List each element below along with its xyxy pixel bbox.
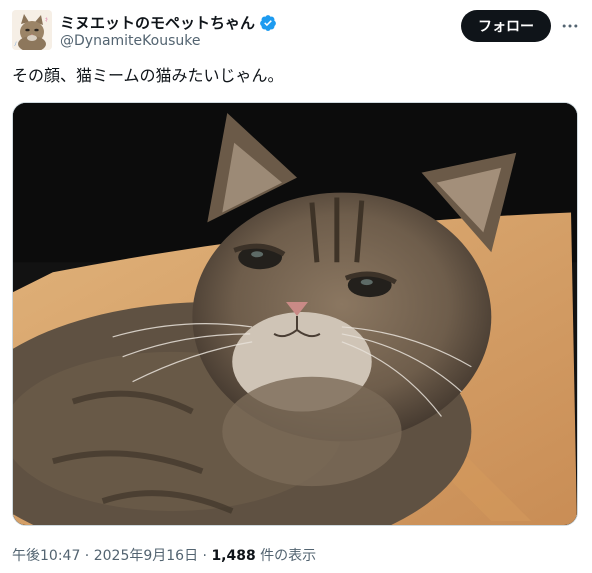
tweet-text: その顔、猫ミームの猫みたいじゃん。 bbox=[12, 66, 284, 85]
avatar[interactable]: ﾉ ｷ bbox=[12, 10, 52, 50]
svg-text:ｷ: ｷ bbox=[45, 17, 48, 24]
view-count: 1,488 bbox=[211, 548, 256, 564]
meta-separator: · bbox=[80, 548, 94, 564]
meta-separator-2: · bbox=[198, 548, 212, 564]
svg-text:ﾉ: ﾉ bbox=[14, 41, 17, 48]
author-display-name[interactable]: ミヌエットのモペットちゃん bbox=[60, 12, 255, 33]
tweet-date[interactable]: 2025年9月16日 bbox=[94, 548, 198, 564]
author-handle[interactable]: @DynamiteKousuke bbox=[60, 33, 200, 49]
author-name-row: ミヌエットのモペットちゃん bbox=[60, 12, 277, 33]
view-count-label: 件の表示 bbox=[255, 548, 317, 564]
more-options-icon[interactable] bbox=[558, 14, 582, 38]
cat-avatar-icon: ﾉ ｷ bbox=[12, 10, 52, 50]
cat-photo-image bbox=[13, 103, 577, 525]
follow-button[interactable]: フォロー bbox=[461, 10, 551, 42]
tweet-time[interactable]: 午後10:47 bbox=[12, 548, 80, 564]
tweet-header: ﾉ ｷ ミヌエットのモペットちゃん @DynamiteKousuke フォロー bbox=[12, 8, 580, 56]
tweet-card: ﾉ ｷ ミヌエットのモペットちゃん @DynamiteKousuke フォロー … bbox=[0, 0, 592, 573]
verified-badge-icon bbox=[259, 14, 277, 32]
tweet-photo[interactable] bbox=[12, 102, 578, 526]
tweet-meta: 午後10:47 · 2025年9月16日 · 1,488 件の表示 bbox=[12, 545, 316, 565]
